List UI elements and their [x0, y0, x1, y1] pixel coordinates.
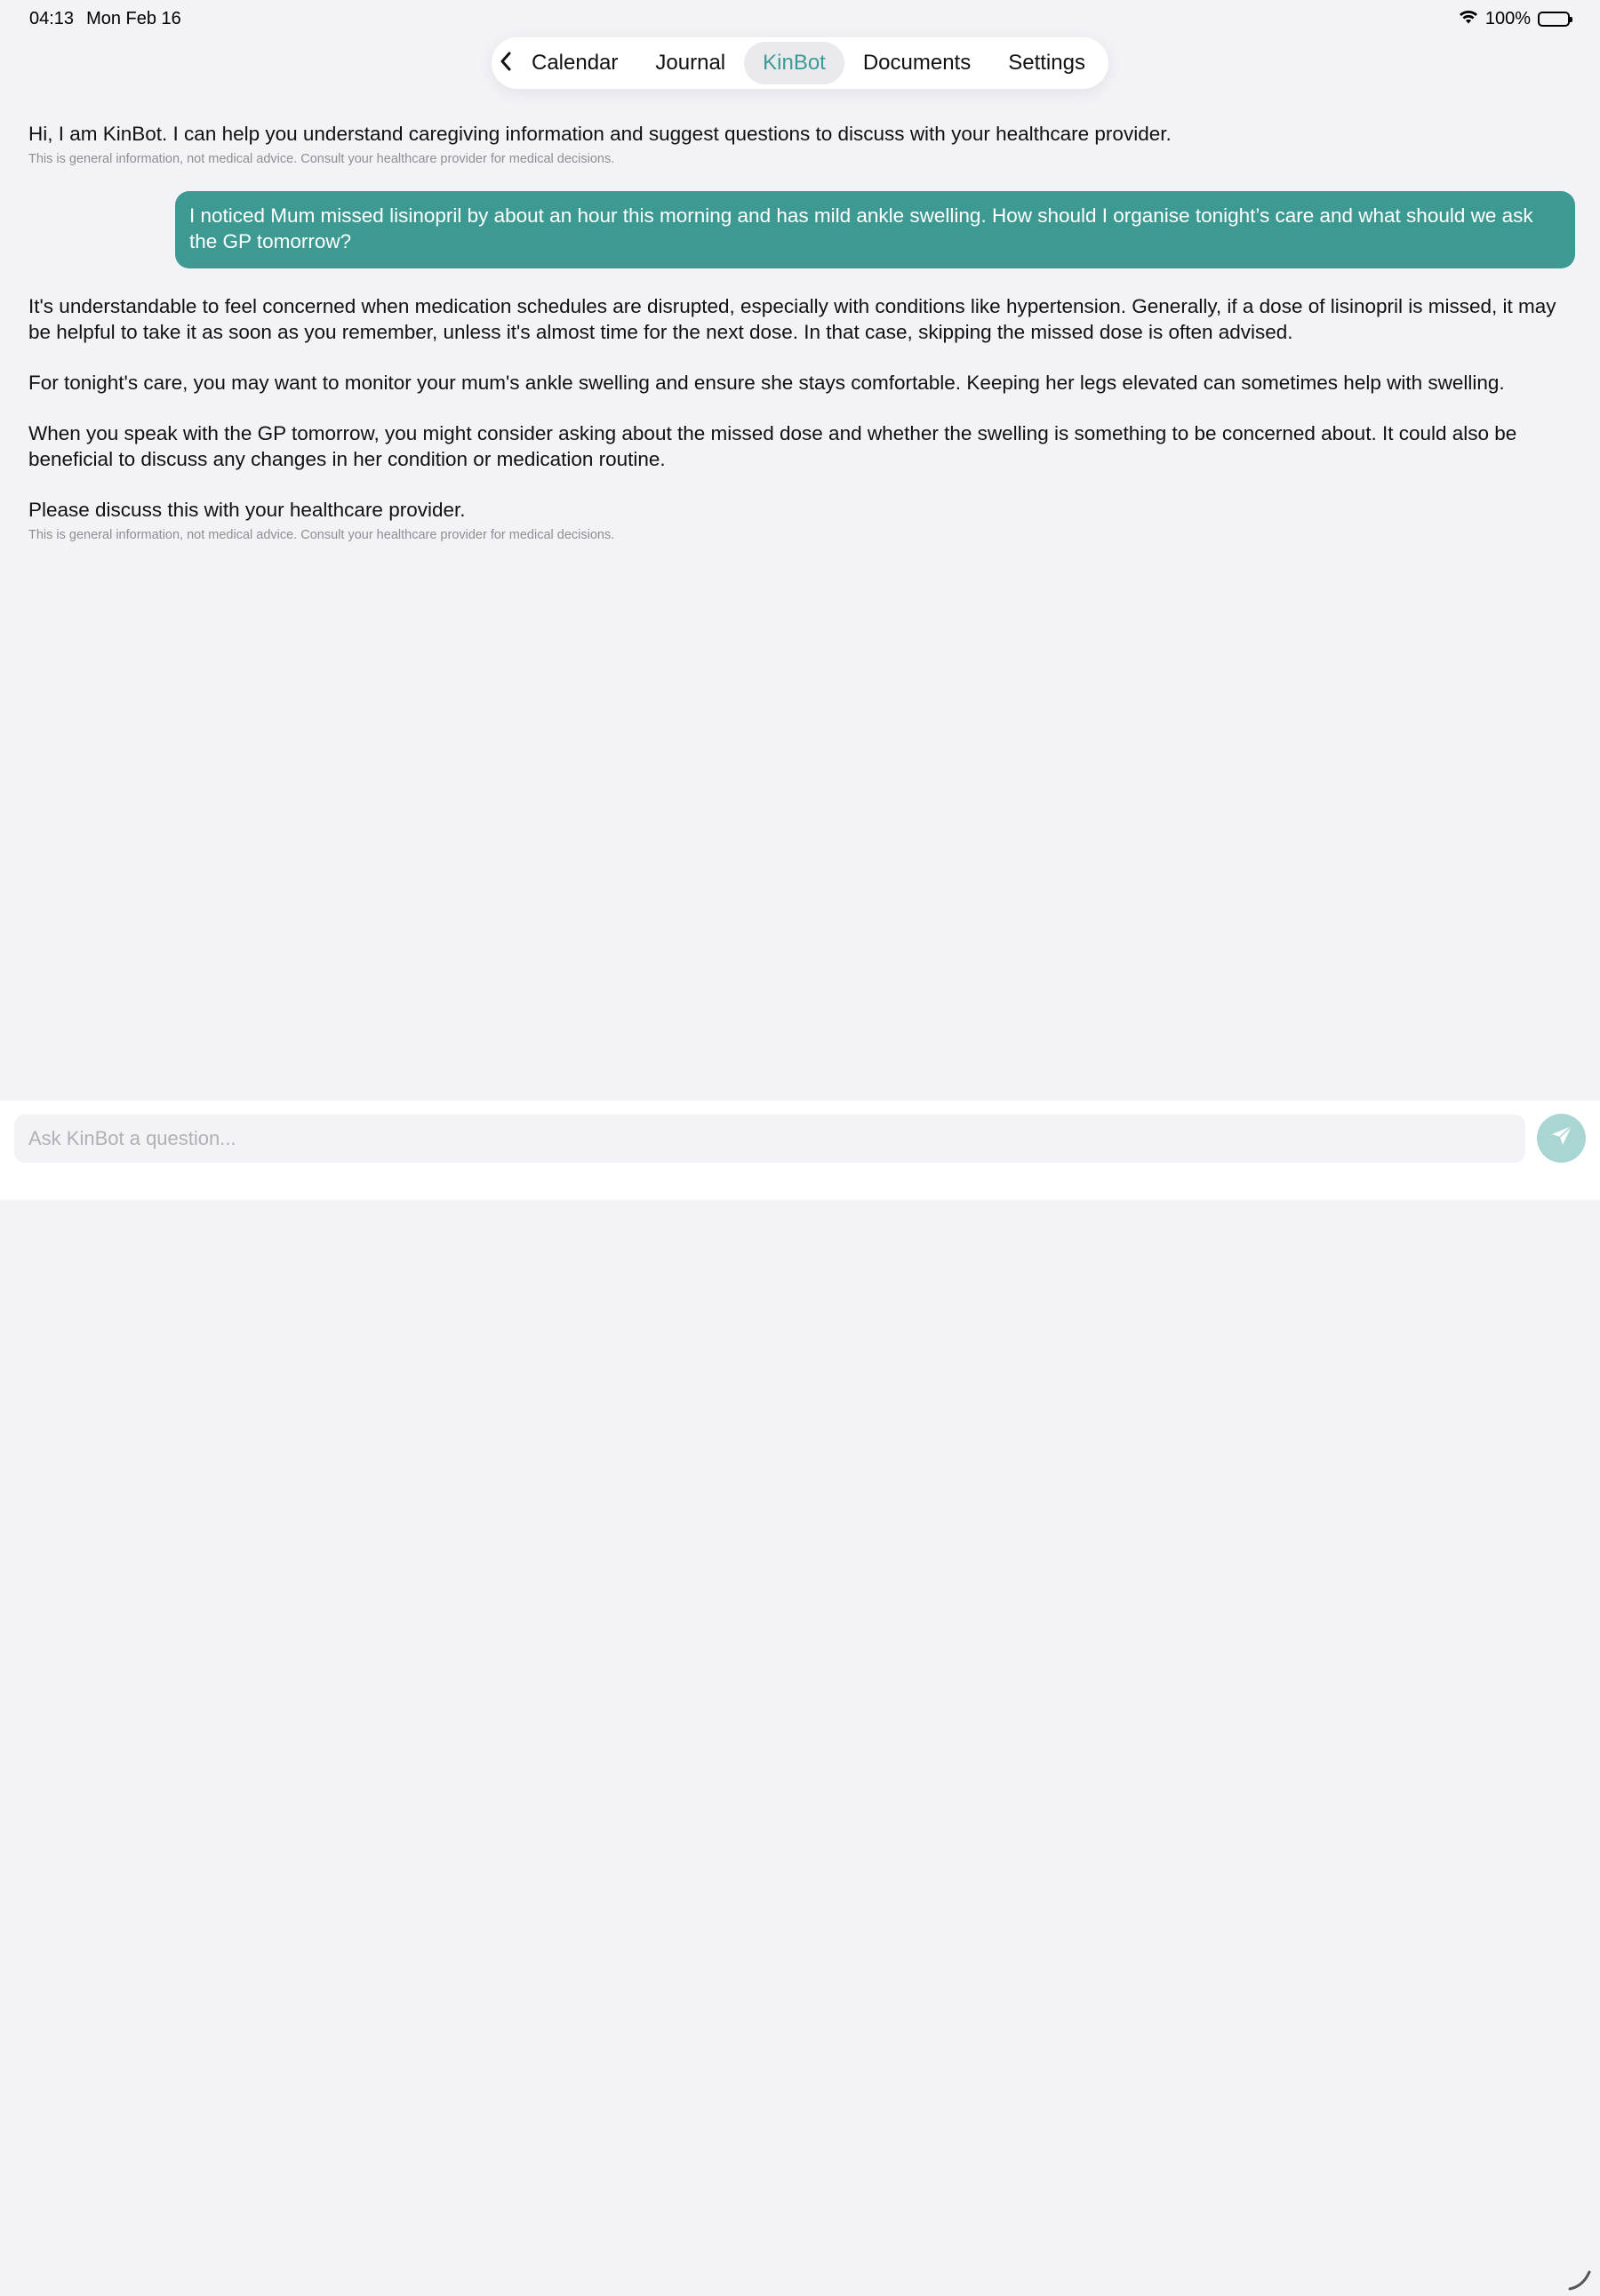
reply-disclaimer: This is general information, not medical… [28, 528, 615, 542]
status-bar: 04:13 Mon Feb 16 100% [0, 0, 1600, 39]
bot-greeting-text: Hi, I am KinBot. I can help you understa… [28, 123, 1172, 145]
home-indicator-icon [1567, 2265, 1594, 2296]
user-message-bubble: I noticed Mum missed lisinopril by about… [175, 191, 1575, 268]
question-input[interactable] [14, 1115, 1525, 1163]
send-icon [1550, 1124, 1573, 1152]
chat-thread: Hi, I am KinBot. I can help you understa… [28, 121, 1575, 542]
battery-percent: 100% [1484, 9, 1531, 28]
greeting-disclaimer: This is general information, not medical… [28, 152, 615, 166]
status-date: Mon Feb 16 [86, 9, 181, 28]
back-button[interactable] [499, 44, 513, 83]
chevron-left-icon [499, 51, 513, 76]
tab-journal[interactable]: Journal [636, 42, 744, 84]
bot-reply-paragraph: For tonight's care, you may want to moni… [28, 372, 1505, 394]
bot-greeting: Hi, I am KinBot. I can help you understa… [28, 121, 1575, 166]
tab-documents[interactable]: Documents [844, 42, 989, 84]
send-button[interactable] [1537, 1114, 1586, 1163]
wifi-icon [1459, 9, 1478, 29]
tab-kinbot[interactable]: KinBot [744, 42, 844, 84]
user-message-row: I noticed Mum missed lisinopril by about… [28, 191, 1575, 268]
status-right: 100% [1459, 9, 1572, 29]
status-left: 04:13 Mon Feb 16 [29, 9, 181, 29]
battery-icon [1538, 12, 1572, 27]
bot-reply-paragraph: It's understandable to feel concerned wh… [28, 295, 1556, 343]
composer-bar [0, 1100, 1600, 2291]
bot-reply-paragraph: When you speak with the GP tomorrow, you… [28, 422, 1517, 470]
bot-reply-paragraph: Please discuss this with your healthcare… [28, 499, 466, 521]
bot-reply: It's understandable to feel concerned wh… [28, 293, 1575, 542]
status-time: 04:13 [29, 9, 75, 28]
tab-calendar[interactable]: Calendar [513, 42, 636, 84]
tab-settings[interactable]: Settings [989, 42, 1104, 84]
tab-bar: Calendar Journal KinBot Documents Settin… [492, 37, 1108, 89]
